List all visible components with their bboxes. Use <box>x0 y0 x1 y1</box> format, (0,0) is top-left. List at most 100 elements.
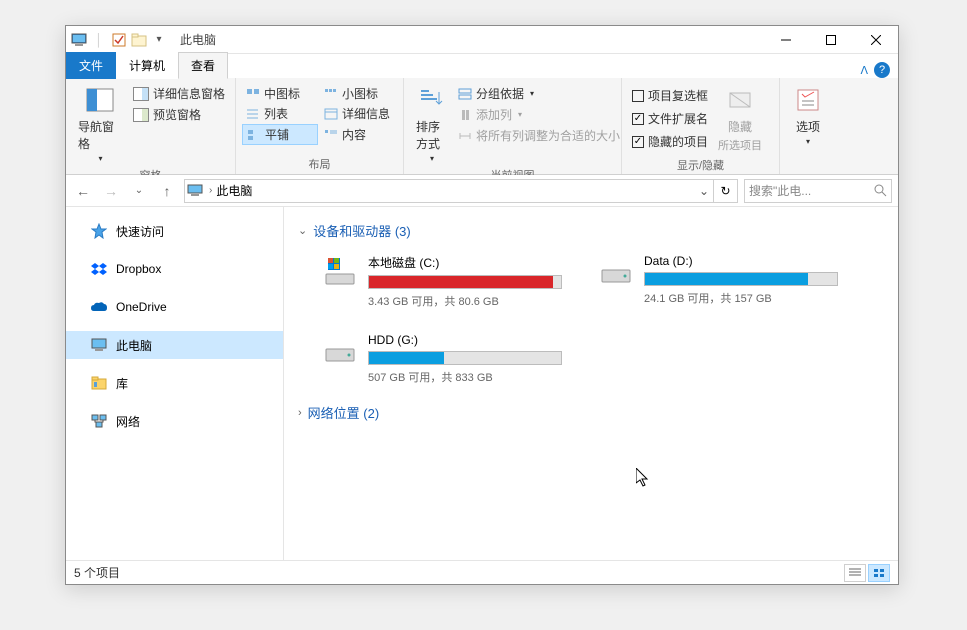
sidebar-item-quick-access[interactable]: 快速访问 <box>66 217 283 245</box>
drive-capacity-bar <box>644 272 838 286</box>
view-large-icons-button[interactable] <box>868 564 890 582</box>
search-icon <box>874 184 887 197</box>
pc-icon <box>185 184 205 197</box>
sidebar-item-label: Dropbox <box>116 262 161 276</box>
status-text: 5 个项目 <box>74 564 120 581</box>
address-bar: ← → ⌄ ↑ › 此电脑 ⌄ ↻ 搜索"此电... <box>66 175 898 207</box>
sidebar-item-this-pc[interactable]: 此电脑 <box>66 331 283 359</box>
nav-pane-button[interactable]: 导航窗格 ▾ <box>72 82 129 165</box>
layout-small-icons[interactable]: 小图标 <box>320 84 396 103</box>
chevron-right-icon: › <box>298 407 302 419</box>
status-bar: 5 个项目 <box>66 560 898 584</box>
group-header-network[interactable]: › 网络位置 (2) <box>298 399 884 426</box>
ribbon: 导航窗格 ▾ 详细信息窗格 预览窗格 窗格 <box>66 78 898 175</box>
checkbox-icon <box>632 113 644 125</box>
drive-name: HDD (G:) <box>368 333 562 347</box>
dropdown-icon: ▾ <box>806 137 810 146</box>
breadcrumb-separator-icon[interactable]: › <box>205 185 216 196</box>
sidebar-item-label: 快速访问 <box>116 223 164 240</box>
star-icon <box>90 222 108 240</box>
layout-details[interactable]: 详细信息 <box>320 104 396 123</box>
checkbox-icon <box>632 90 644 102</box>
sidebar-item-network[interactable]: 网络 <box>66 407 283 435</box>
file-extension-toggle[interactable]: 文件扩展名 <box>628 109 712 128</box>
qat-dropdown-icon[interactable]: ▾ <box>150 31 168 49</box>
breadcrumb[interactable]: 此电脑 <box>216 182 252 199</box>
minimize-button[interactable] <box>763 26 808 54</box>
refresh-button[interactable]: ↻ <box>714 179 738 203</box>
forward-button[interactable]: → <box>100 180 122 202</box>
layout-list[interactable]: 列表 <box>242 104 318 123</box>
titlebar: │ ▾ 此电脑 <box>66 26 898 54</box>
search-input[interactable]: 搜索"此电... <box>744 179 892 203</box>
ribbon-group-current-view: 排序方式 ▾ 分组依据▾ 添加列▾ 将所有列调整为合适的大小 当前视图 <box>404 78 622 174</box>
sidebar-item-label: 此电脑 <box>116 337 152 354</box>
help-icon[interactable]: ? <box>874 62 890 78</box>
drive-item[interactable]: Data (D:) 24.1 GB 可用，共 157 GB <box>598 254 838 309</box>
tab-computer[interactable]: 计算机 <box>116 52 178 79</box>
autosize-columns-button: 将所有列调整为合适的大小 <box>454 126 624 145</box>
drive-item[interactable]: HDD (G:) 507 GB 可用，共 833 GB <box>322 333 562 385</box>
group-header-devices[interactable]: ⌄ 设备和驱动器 (3) <box>298 217 884 244</box>
address-box[interactable]: › 此电脑 ⌄ <box>184 179 714 203</box>
quick-access-toolbar: │ ▾ <box>66 31 172 49</box>
ribbon-group-options: 选项 ▾ <box>780 78 836 174</box>
search-placeholder: 搜索"此电... <box>749 182 811 199</box>
sort-button[interactable]: 排序方式 ▾ <box>410 82 454 165</box>
chevron-down-icon: ⌄ <box>298 224 307 237</box>
drive-icon <box>322 254 358 290</box>
drive-item[interactable]: 本地磁盘 (C:) 3.43 GB 可用，共 80.6 GB <box>322 254 562 309</box>
detail-info-pane-button[interactable]: 详细信息窗格 <box>129 84 229 103</box>
sidebar-item-libraries[interactable]: 库 <box>66 369 283 397</box>
dropdown-icon: ▾ <box>430 154 434 163</box>
group-by-button[interactable]: 分组依据▾ <box>454 84 624 103</box>
ribbon-tabs: 文件 计算机 查看 ᐱ ? <box>66 54 898 78</box>
hidden-items-toggle[interactable]: 隐藏的项目 <box>628 132 712 151</box>
layout-medium-icons[interactable]: 中图标 <box>242 84 318 103</box>
new-folder-icon[interactable] <box>130 31 148 49</box>
tab-file[interactable]: 文件 <box>66 52 116 79</box>
drive-icon <box>598 254 634 290</box>
onedrive-icon <box>90 298 108 316</box>
sidebar-item-label: 网络 <box>116 413 140 430</box>
properties-icon[interactable] <box>110 31 128 49</box>
drive-name: Data (D:) <box>644 254 838 268</box>
address-dropdown-icon[interactable]: ⌄ <box>695 184 713 198</box>
drive-stats: 24.1 GB 可用，共 157 GB <box>644 290 838 306</box>
maximize-button[interactable] <box>808 26 853 54</box>
drive-capacity-bar <box>368 351 562 365</box>
sidebar-item-dropbox[interactable]: Dropbox <box>66 255 283 283</box>
preview-pane-button[interactable]: 预览窗格 <box>129 105 229 124</box>
sidebar-item-onedrive[interactable]: OneDrive <box>66 293 283 321</box>
drive-name: 本地磁盘 (C:) <box>368 254 562 271</box>
dropbox-icon <box>90 260 108 278</box>
divider: │ <box>90 31 108 49</box>
layout-tiles[interactable]: 平铺 <box>242 124 318 145</box>
hide-selected-button: 隐藏 所选项目 <box>712 82 768 155</box>
nav-pane-label: 导航窗格 <box>78 118 123 152</box>
ribbon-collapse-icon[interactable]: ᐱ <box>860 64 868 77</box>
network-icon <box>90 412 108 430</box>
window-controls <box>763 26 898 54</box>
tab-view[interactable]: 查看 <box>178 52 228 79</box>
content-pane[interactable]: ⌄ 设备和驱动器 (3) 本地磁盘 (C:) 3.43 GB 可用，共 80.6 … <box>284 207 898 560</box>
checkbox-icon <box>632 136 644 148</box>
close-button[interactable] <box>853 26 898 54</box>
view-details-button[interactable] <box>844 564 866 582</box>
ribbon-group-panes: 导航窗格 ▾ 详细信息窗格 预览窗格 窗格 <box>66 78 236 174</box>
drive-stats: 3.43 GB 可用，共 80.6 GB <box>368 293 562 309</box>
item-checkbox-toggle[interactable]: 项目复选框 <box>628 86 712 105</box>
drive-stats: 507 GB 可用，共 833 GB <box>368 369 562 385</box>
pc-icon <box>90 336 108 354</box>
layout-content[interactable]: 内容 <box>320 124 396 145</box>
ribbon-group-show-hide: 项目复选框 文件扩展名 隐藏的项目 隐藏 所选项目 显示/隐藏 <box>622 78 780 174</box>
sidebar-item-label: OneDrive <box>116 300 167 314</box>
ribbon-group-layout: 中图标 小图标 列表 详细信息 平铺 内容 布局 <box>236 78 404 174</box>
back-button[interactable]: ← <box>72 180 94 202</box>
up-button[interactable]: ↑ <box>156 180 178 202</box>
recent-dropdown-icon[interactable]: ⌄ <box>128 180 150 202</box>
drives-container: 本地磁盘 (C:) 3.43 GB 可用，共 80.6 GB Data (D:) 24… <box>298 244 884 399</box>
drive-capacity-bar <box>368 275 562 289</box>
drive-icon <box>322 333 358 369</box>
options-button[interactable]: 选项 ▾ <box>786 82 830 158</box>
